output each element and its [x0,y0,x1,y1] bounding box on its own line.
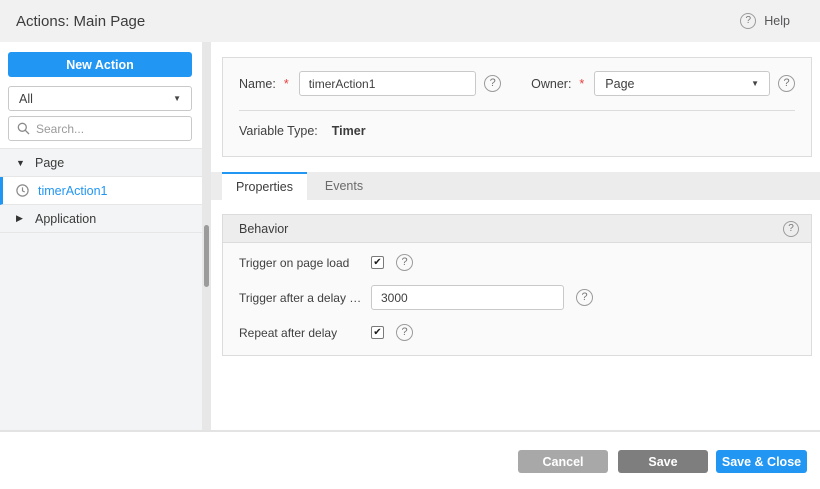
sidebar-scrollbar[interactable] [202,42,211,430]
collapse-arrow-icon[interactable]: ▶ [16,213,26,224]
chevron-down-icon: ▼ [173,94,181,103]
name-label: Name: [239,76,276,91]
save-and-close-button[interactable]: Save & Close [716,450,807,473]
help-circle-icon: ? [740,13,757,29]
actions-tree: ▼ Page timerAction1 ▶ Application [0,148,202,430]
behavior-panel-body: Trigger on page load ✔ ? Trigger after a… [223,243,811,341]
trigger-on-page-load-help-icon[interactable]: ? [396,254,413,271]
cancel-button[interactable]: Cancel [518,450,608,473]
tab-events[interactable]: Events [307,172,381,200]
name-input[interactable] [298,71,477,96]
help-button[interactable]: ? Help [740,13,790,29]
tab-label: Properties [236,180,293,194]
behavior-panel-header: Behavior ? [223,215,811,243]
behavior-help-icon[interactable]: ? [783,220,799,237]
footer-bar: Cancel Save Save & Close [0,432,820,489]
filter-select[interactable]: All ▼ [8,86,192,111]
action-header-form: Name: * ? Owner: * Page ▼ ? Variable Typ… [222,57,812,157]
search-icon [17,122,30,135]
trigger-delay-help-icon[interactable]: ? [576,289,593,306]
required-asterisk: * [579,76,585,91]
trigger-on-page-load-row: Trigger on page load ✔ ? [239,254,795,271]
actions-dialog: Actions: Main Page ? Help New Action All… [0,0,820,489]
required-asterisk: * [283,76,289,91]
owner-label: Owner: [531,76,572,91]
scrollbar-thumb[interactable] [204,225,209,287]
expand-arrow-icon[interactable]: ▼ [16,158,26,168]
variable-type-value: Timer [331,124,366,138]
tree-item-timer-action[interactable]: timerAction1 [0,177,202,205]
variable-type-label: Variable Type: [239,124,318,138]
main-panel: Name: * ? Owner: * Page ▼ ? Variable Typ… [211,42,820,430]
trigger-on-page-load-label: Trigger on page load [239,255,350,270]
tree-item-label: Application [35,211,97,226]
repeat-after-delay-help-icon[interactable]: ? [396,324,413,341]
name-help-icon[interactable]: ? [484,75,502,92]
owner-select[interactable]: Page ▼ [594,71,770,96]
repeat-after-delay-label: Repeat after delay [239,325,338,340]
search-box [8,116,192,141]
help-label: Help [764,14,790,28]
tab-strip: Properties Events [211,172,820,200]
tab-label: Events [324,179,364,193]
chevron-down-icon: ▼ [751,79,759,88]
new-action-button[interactable]: New Action [8,52,192,77]
trigger-on-page-load-checkbox[interactable]: ✔ [371,256,384,269]
tree-item-label: timerAction1 [38,183,108,198]
page-title: Actions: Main Page [16,12,146,30]
trigger-delay-row: Trigger after a delay (millisec… ? [239,285,795,310]
tree-item-application[interactable]: ▶ Application [0,205,202,233]
timer-clock-icon [16,184,29,197]
tree-item-label: Page [35,155,65,170]
repeat-after-delay-checkbox[interactable]: ✔ [371,326,384,339]
behavior-title: Behavior [239,221,289,236]
repeat-after-delay-row: Repeat after delay ✔ ? [239,324,795,341]
trigger-delay-input[interactable] [371,285,564,310]
sidebar: New Action All ▼ ▼ Page [0,42,202,430]
trigger-delay-label: Trigger after a delay (millisec… [239,290,371,305]
title-bar: Actions: Main Page ? Help [0,0,820,42]
save-button[interactable]: Save [618,450,708,473]
tab-properties[interactable]: Properties [222,172,307,200]
tree-item-page[interactable]: ▼ Page [0,149,202,177]
owner-selected-value: Page [605,76,635,91]
behavior-panel: Behavior ? Trigger on page load ✔ ? Trig… [222,214,812,356]
owner-help-icon[interactable]: ? [778,75,795,92]
search-input[interactable] [36,121,183,136]
filter-selected-value: All [19,91,33,106]
